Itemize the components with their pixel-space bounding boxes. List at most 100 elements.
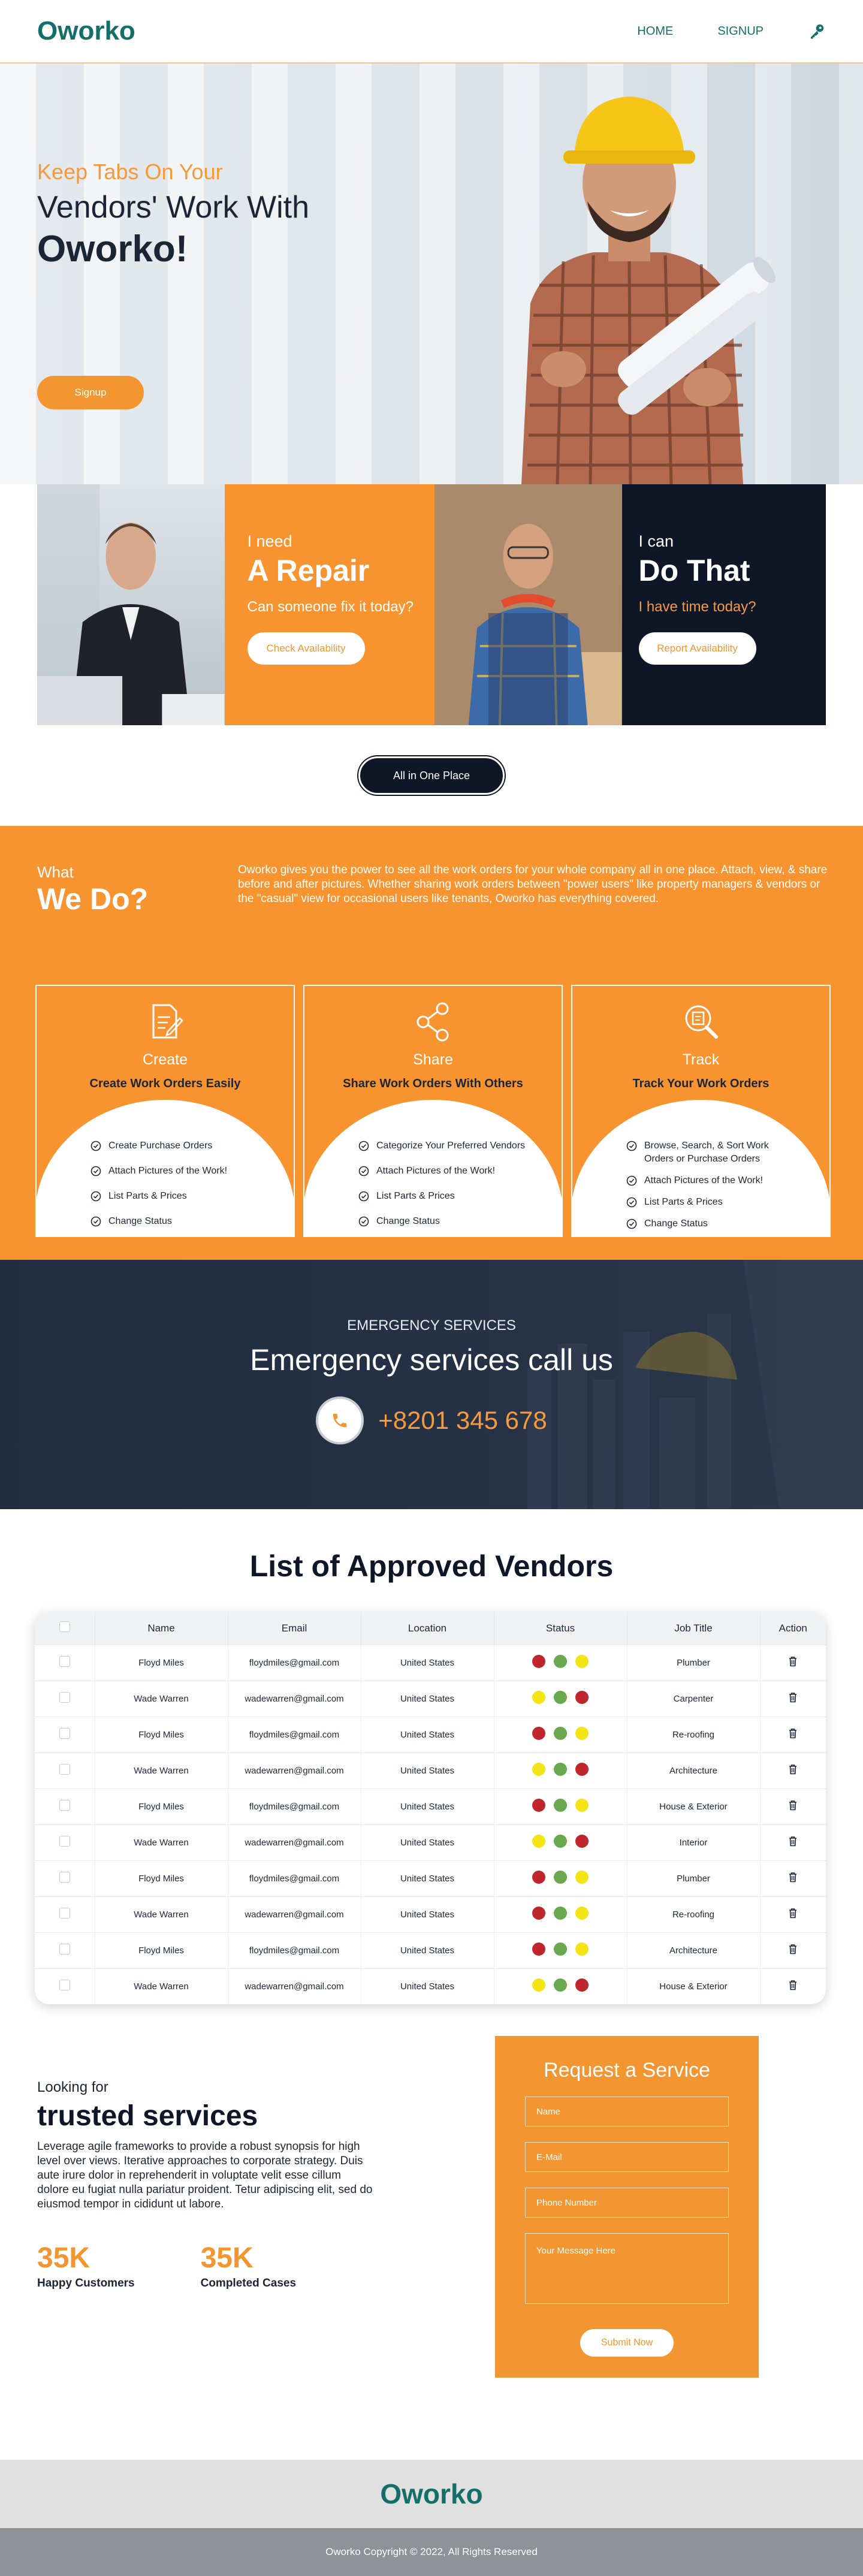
table-row[interactable]: Floyd Miles floydmiles@gmail.com United St… [35,1716,826,1752]
vendor-email: wadewarren@gmail.com [228,1824,361,1860]
table-row[interactable]: Floyd Miles floydmiles@gmail.com United St… [35,1644,826,1681]
emergency-phone-number[interactable]: +8201 345 678 [378,1406,547,1435]
vendor-action[interactable] [760,1752,826,1788]
table-row[interactable]: Wade Warren wadewarren@gmail.com United St… [35,1824,826,1860]
table-row[interactable]: Wade Warren wadewarren@gmail.com United St… [35,1680,826,1717]
nav-home-link[interactable]: HOME [637,25,673,38]
phone-field[interactable] [525,2188,729,2218]
column-header[interactable]: Status [494,1612,627,1645]
feature-card-track: Track Track Your Work Orders Browse, Sea… [571,985,831,1237]
table-row[interactable]: Wade Warren wadewarren@gmail.com United St… [35,1968,826,2004]
report-availability-button[interactable]: Report Availability [638,632,756,665]
check-circle-icon [358,1191,369,1202]
column-header[interactable]: Job Title [627,1612,761,1645]
check-availability-button[interactable]: Check Availability [247,632,365,665]
list-item: List Parts & Prices [626,1196,829,1209]
vendor-status [494,1932,627,1968]
status-dot-red [532,1727,545,1740]
vendor-action[interactable] [760,1644,826,1681]
message-field[interactable] [525,2233,729,2304]
trusted-kicker: Looking for [37,2079,108,2095]
check-circle-icon [90,1166,101,1177]
hero-text: Keep Tabs On Your Vendors' Work With Owo… [37,159,309,270]
nav-signup-link[interactable]: SIGNUP [717,25,764,38]
row-checkbox[interactable] [59,1944,70,1954]
row-select-cell [35,1968,95,2004]
table-row[interactable]: Floyd Miles floydmiles@gmail.com United St… [35,1860,826,1896]
column-header[interactable]: Name [95,1612,228,1645]
vendor-location: United States [361,1752,494,1788]
trash-icon [789,1657,797,1667]
vendor-action[interactable] [760,1932,826,1968]
vendor-action[interactable] [760,1788,826,1824]
list-item-label: Change Status [376,1216,440,1226]
vendor-action[interactable] [760,1716,826,1752]
all-in-one-button[interactable]: All in One Place [358,756,505,795]
table-row[interactable]: Wade Warren wadewarren@gmail.com United St… [35,1752,826,1788]
list-item-label: List Parts & Prices [108,1191,187,1201]
row-checkbox[interactable] [59,1728,70,1739]
card-create-list: Create Purchase Orders Attach Pictures o… [37,1139,294,1236]
vendor-action[interactable] [760,1824,826,1860]
stat-value: 35K [37,2242,90,2274]
hero-section: Keep Tabs On Your Vendors' Work With Owo… [0,64,863,484]
feature-cards: Create Create Work Orders Easily Create … [35,985,831,1237]
name-field[interactable] [525,2097,729,2126]
row-checkbox[interactable] [59,1764,70,1775]
status-dot-red [532,1942,545,1956]
select-all-checkbox[interactable] [59,1621,70,1633]
trash-icon [789,1908,797,1919]
list-item-label: List Parts & Prices [644,1197,723,1207]
status-dot-red [532,1871,545,1884]
status-dot-yellow [532,1691,545,1704]
vendor-action[interactable] [760,1896,826,1932]
hero-worker-image [521,96,776,484]
emergency-title: Emergency services call us [250,1343,613,1377]
row-checkbox[interactable] [59,1656,70,1667]
key-icon[interactable] [808,22,826,40]
vendor-action[interactable] [760,1860,826,1896]
vendor-email: floydmiles@gmail.com [228,1860,361,1896]
status-dot-red [532,1907,545,1920]
vendor-status [494,1788,627,1824]
vendor-action[interactable] [760,1680,826,1717]
footer-logo[interactable]: Oworko [380,2478,482,2510]
vendors-table-body: Floyd Miles floydmiles@gmail.com United St… [35,1644,826,2004]
list-item: Categorize Your Preferred Vendors [358,1139,562,1153]
email-field[interactable] [525,2142,729,2172]
submit-button[interactable]: Submit Now [580,2329,674,2357]
logo[interactable]: Oworko [37,16,135,46]
table-row[interactable]: Wade Warren wadewarren@gmail.com United St… [35,1896,826,1932]
row-checkbox[interactable] [59,1800,70,1811]
phone-button[interactable] [316,1396,364,1444]
top-nav: Oworko HOME SIGNUP [0,0,863,64]
check-circle-icon [626,1218,637,1229]
request-service-form: Request a Service Submit Now [495,2036,759,2378]
vendor-job-title: Architecture [627,1932,761,1968]
card-share-list: Categorize Your Preferred Vendors Attach… [304,1139,562,1236]
row-checkbox[interactable] [59,1980,70,1991]
row-checkbox[interactable] [59,1872,70,1883]
table-row[interactable]: Floyd Miles floydmiles@gmail.com United St… [35,1788,826,1824]
hero-signup-button[interactable]: Signup [37,376,144,409]
column-header[interactable]: Location [361,1612,494,1645]
status-dot-green [554,1907,567,1920]
table-row[interactable]: Floyd Miles floydmiles@gmail.com United St… [35,1932,826,1968]
vendor-email: wadewarren@gmail.com [228,1968,361,2004]
row-checkbox[interactable] [59,1692,70,1703]
row-select-cell [35,1824,95,1860]
card-create-name: Create [142,1051,188,1068]
row-checkbox[interactable] [59,1836,70,1847]
row-checkbox[interactable] [59,1908,70,1919]
phone-icon [333,1413,347,1428]
vendor-job-title: Architecture [627,1752,761,1788]
column-header[interactable]: Email [228,1612,361,1645]
vendor-action[interactable] [760,1968,826,2004]
share-icon [417,1002,448,1042]
vendor-status [494,1824,627,1860]
list-item-label: Browse, Search, & Sort Work Orders or Pu… [644,1141,769,1164]
row-select-cell [35,1932,95,1968]
stat-value: 35K [200,2242,254,2274]
vendor-name: Floyd Miles [95,1932,228,1968]
card-track-heading: Track Your Work Orders [632,1077,770,1090]
